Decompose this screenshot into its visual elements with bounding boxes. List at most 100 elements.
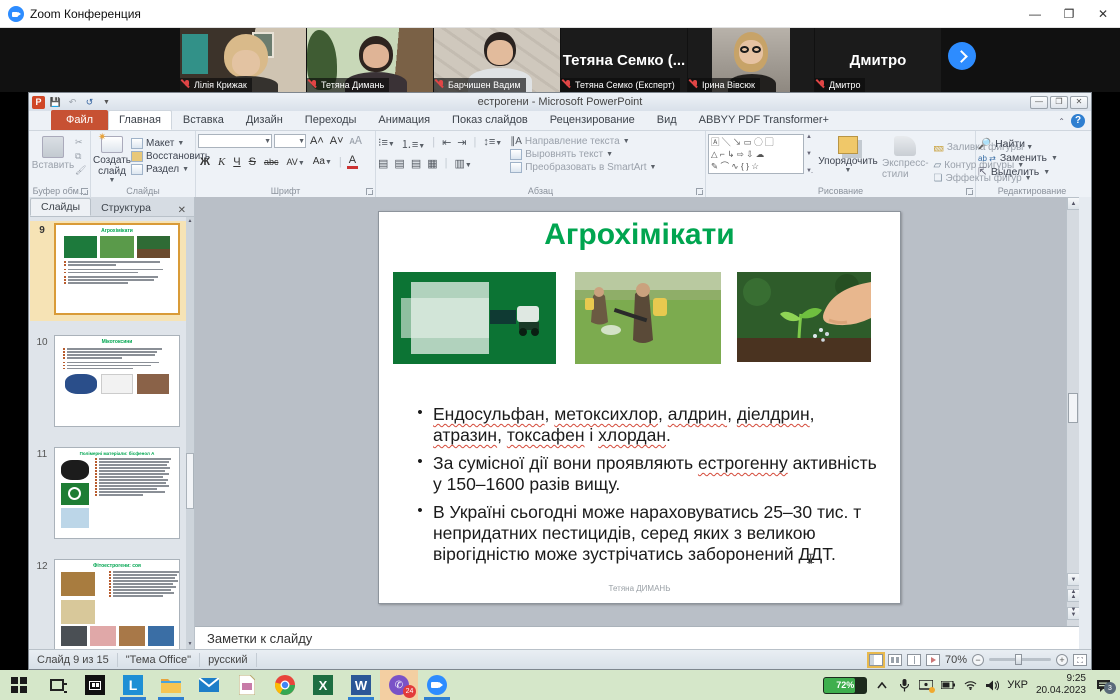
language-indicator[interactable]: УКР (1007, 679, 1028, 691)
close-icon[interactable]: ✕ (1086, 0, 1120, 28)
tab-review[interactable]: Рецензирование (539, 110, 646, 130)
slide-thumbnail-9[interactable]: 9 Агрохімікати (30, 223, 187, 315)
word-button[interactable]: W (342, 670, 380, 700)
font-dialog-launcher[interactable] (366, 188, 373, 195)
align-left-icon[interactable]: ▤ (378, 157, 388, 170)
font-color-button[interactable]: A (347, 154, 358, 169)
shape-rounded-rect-icon[interactable]: ▢ (765, 137, 774, 147)
tab-slides-pane[interactable]: Слайды (30, 198, 91, 216)
reading-view-icon[interactable] (907, 654, 921, 666)
slide-panel-scrollbar[interactable]: ▲ ▼ (186, 217, 194, 649)
tab-insert[interactable]: Вставка (172, 110, 235, 130)
vertical-scrollbar[interactable]: ▲ ▼ ▲▲ ▼▼ (1066, 197, 1079, 626)
shape-brace-left-icon[interactable]: { (741, 161, 744, 171)
bold-button[interactable]: Ж (198, 156, 212, 168)
align-center-icon[interactable]: ▤ (394, 157, 404, 170)
ppt-close-icon[interactable]: ✕ (1070, 96, 1088, 109)
ppt-minimize-icon[interactable]: — (1030, 96, 1048, 109)
slide-thumbnail-11[interactable]: 11 Полімерні матеріали: бісфенол А (30, 447, 187, 539)
next-participants-button[interactable] (948, 42, 976, 70)
file-explorer-button[interactable] (152, 670, 190, 700)
collapse-ribbon-icon[interactable]: ⌃ (1058, 117, 1065, 126)
shape-textbox-icon[interactable]: 🄰 (711, 137, 720, 147)
tab-outline-pane[interactable]: Структура (91, 200, 161, 216)
paragraph-dialog-launcher[interactable] (696, 188, 703, 195)
slideshow-icon[interactable] (926, 654, 940, 666)
slide-thumbnail-12[interactable]: 12 Фітоестрогени: соя (30, 559, 187, 649)
shape-curve-icon[interactable]: ⌒ (721, 161, 730, 171)
shrink-font-button[interactable]: A˅ (328, 135, 346, 147)
format-painter-icon[interactable]: 🖌 (75, 165, 86, 176)
microphone-icon[interactable] (897, 678, 911, 692)
font-name-combo[interactable]: ▼ (198, 134, 272, 148)
bullet-list-icon[interactable]: ⁝≡▼ (378, 136, 395, 152)
save-icon[interactable]: 💾 (49, 96, 62, 109)
align-right-icon[interactable]: ▤ (411, 157, 421, 170)
shapes-up-icon[interactable]: ▲ (806, 134, 812, 140)
next-slide-button[interactable]: ▼▼ (1067, 607, 1079, 620)
movies-app-button[interactable] (76, 670, 114, 700)
line-spacing-icon[interactable]: ↕≡▼ (483, 136, 502, 152)
shape-right-arrow-icon[interactable]: ⇨ (737, 149, 744, 159)
battery-icon[interactable] (941, 678, 955, 692)
shape-line-icon[interactable]: ╲ (722, 137, 731, 147)
grow-font-button[interactable]: A˄ (308, 135, 326, 147)
tab-slideshow[interactable]: Показ слайдов (441, 110, 539, 130)
scroll-up-icon[interactable]: ▲ (1067, 197, 1079, 210)
font-size-combo[interactable]: ▼ (274, 134, 306, 148)
slide-image-tractor-spraying[interactable] (393, 272, 556, 364)
shape-freeform-icon[interactable]: ✎ (711, 161, 718, 171)
status-language[interactable]: русский (200, 653, 256, 667)
slide-image-field-sprayers[interactable] (575, 272, 721, 364)
underline-button[interactable]: Ч (231, 156, 242, 168)
chrome-button[interactable] (266, 670, 304, 700)
mail-app-button[interactable] (190, 670, 228, 700)
l-app-button[interactable]: L (114, 670, 152, 700)
shadow-button[interactable]: abc (262, 157, 281, 167)
slide-body-text[interactable]: • Ендосульфан, метоксихлор, алдрин, діел… (407, 404, 885, 572)
numbered-list-icon[interactable]: ⒈≡▼ (401, 136, 425, 152)
tab-home[interactable]: Главная (108, 110, 172, 130)
tab-view[interactable]: Вид (646, 110, 688, 130)
participant-name-tile[interactable]: Тетяна Семко (... Тетяна Семко (Експерт) (561, 28, 687, 92)
scroll-down-icon[interactable]: ▼ (1067, 573, 1079, 586)
paste-button[interactable]: Вставить (31, 134, 75, 176)
smartart-button[interactable]: Преобразовать в SmartArt▼ (510, 162, 656, 173)
italic-button[interactable]: К (216, 156, 227, 168)
scrollbar-thumb[interactable] (1068, 393, 1078, 423)
notes-pane[interactable]: Заметки к слайду (195, 626, 1079, 649)
quick-access-dropdown-icon[interactable]: ▼ (100, 96, 113, 109)
tab-transitions[interactable]: Переходы (294, 110, 368, 130)
slide-title[interactable]: Агрохімікати (379, 218, 900, 252)
columns-icon[interactable]: ▥▼ (454, 157, 471, 170)
shape-brace-right-icon[interactable]: } (746, 161, 749, 171)
arrange-button[interactable]: Упорядочить▼ (819, 134, 877, 184)
slide[interactable]: Агрохімікати (378, 211, 901, 604)
zoom-in-button[interactable]: + (1056, 654, 1068, 666)
clock[interactable]: 9:25 20.04.2023 (1036, 673, 1086, 697)
slide-sorter-icon[interactable] (888, 654, 902, 666)
participant-video[interactable]: Барчишен Вадим (434, 28, 560, 92)
ppt-restore-icon[interactable]: ❐ (1050, 96, 1068, 109)
tab-design[interactable]: Дизайн (235, 110, 294, 130)
excel-button[interactable]: X (304, 670, 342, 700)
scroll-up-icon[interactable]: ▲ (186, 217, 194, 226)
participant-video-active[interactable]: Тетяна Димань (307, 28, 433, 92)
zoom-taskbar-button[interactable] (418, 670, 456, 700)
quick-styles-button[interactable]: Экспресс-стили (882, 134, 929, 184)
replace-button[interactable]: ab ⇄Заменить▼ (978, 152, 1086, 164)
new-slide-button[interactable]: ✷ Создать слайд ▼ (93, 134, 131, 184)
select-button[interactable]: ⇱Выделить▼ (978, 166, 1086, 178)
help-icon[interactable]: ? (1071, 114, 1085, 128)
zoom-slider[interactable] (989, 658, 1051, 661)
participant-name-tile[interactable]: Дмитро Дмитро (815, 28, 941, 92)
redo-icon[interactable]: ↺ (83, 96, 96, 109)
shape-oval-icon[interactable]: ◯ (754, 137, 763, 147)
zoom-out-button[interactable]: − (972, 654, 984, 666)
shape-star-icon[interactable]: ☆ (751, 161, 759, 171)
justify-icon[interactable]: ▦ (427, 157, 437, 170)
shape-triangle-icon[interactable]: △ (711, 149, 718, 159)
clear-formatting-icon[interactable]: 🗚 (348, 135, 364, 148)
clipboard-dialog-launcher[interactable] (81, 188, 88, 195)
shape-elbow-icon[interactable]: ⌐ (720, 149, 725, 159)
